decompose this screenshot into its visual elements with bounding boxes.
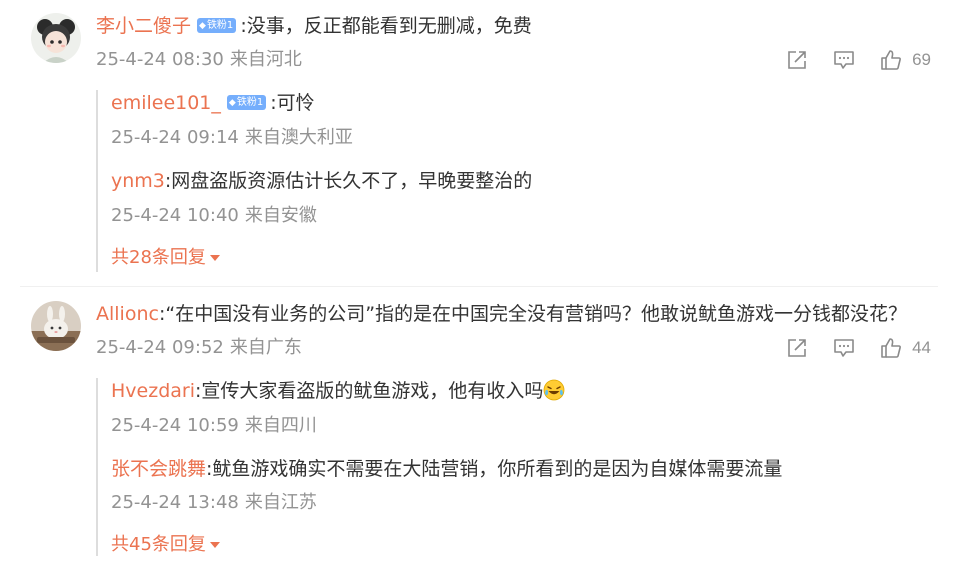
more-replies-link[interactable]: 共28条回复 [111,246,220,270]
comment-item: 李小二傻子 ◆铁粉1:没事，反正都能看到无删减，免费 25-4-24 08:30 来… [0,0,959,290]
avatar[interactable] [31,301,81,351]
reply-content: :可怜 [270,92,315,114]
comment-location: 来自广东 [229,337,302,358]
reply-content: :鱿鱼游戏确实不需要在大陆营销，你所看到的是因为自媒体需要流量 [206,458,783,480]
more-replies-label: 共45条回复 [111,534,206,555]
fan-badge-label: 铁粉1 [206,19,234,31]
caret-down-icon [209,542,220,548]
fan-badge-label: 铁粉1 [236,96,264,108]
reply-text-line: ynm3:网盘盗版资源估计长久不了，早晚要整治的 [111,168,532,194]
thumbs-up-icon[interactable] [880,49,902,71]
like-count: 44 [912,338,931,357]
reply-date: 25-4-24 13:48 [111,492,239,513]
avatar[interactable] [31,13,81,63]
reply-list: Hvezdari:宣传大家看盗版的鱿鱼游戏，他有收入吗 25-4-24 10:5… [96,378,928,556]
comment-text-line: 李小二傻子 ◆铁粉1:没事，反正都能看到无删减，免费 [96,13,532,39]
comment-username[interactable]: 李小二傻子 [96,15,191,37]
share-icon[interactable] [786,49,808,71]
reply-username[interactable]: Hvezdari [111,380,195,402]
comment-meta: 25-4-24 09:52 来自广东 [96,336,302,360]
reply-meta: 25-4-24 10:40 来自安徽 [111,204,317,228]
reply-meta: 25-4-24 09:14 来自澳大利亚 [111,126,353,150]
more-replies-label: 共28条回复 [111,247,206,268]
diamond-icon: ◆ [199,20,206,31]
reply-content: :网盘盗版资源估计长久不了，早晚要整治的 [164,170,533,192]
more-replies-link[interactable]: 共45条回复 [111,533,220,557]
reply-username[interactable]: ynm3 [111,170,165,192]
comment-date: 25-4-24 08:30 [96,49,224,70]
laugh-cry-emoji [544,379,565,401]
comment-text-line: Allionc:“在中国没有业务的公司”指的是在中国完全没有营销吗？他敢说鱿鱼游… [96,301,907,327]
reply-date: 25-4-24 10:40 [111,205,239,226]
comment-location: 来自河北 [229,49,302,70]
comment-actions: 69 [786,47,931,73]
comment-content: :没事，反正都能看到无删减，免费 [240,15,532,37]
reply-location: 来自江苏 [244,492,317,513]
comment-meta: 25-4-24 08:30 来自河北 [96,48,302,72]
reply-date: 25-4-24 10:59 [111,415,239,436]
comment-item: Allionc:“在中国没有业务的公司”指的是在中国完全没有营销吗？他敢说鱿鱼游… [0,290,959,573]
reply-list: emilee101_ ◆铁粉1:可怜 25-4-24 09:14 来自澳大利亚 yn… [96,90,928,272]
reply-meta: 25-4-24 10:59 来自四川 [111,414,317,438]
comment-icon[interactable] [833,337,855,359]
diamond-icon: ◆ [228,97,236,108]
share-icon[interactable] [786,337,808,359]
comment-content: :“在中国没有业务的公司”指的是在中国完全没有营销吗？他敢说鱿鱼游戏一分钱都没花… [158,303,908,325]
comment-feed: 李小二傻子 ◆铁粉1:没事，反正都能看到无删减，免费 25-4-24 08:30 来… [0,0,959,573]
reply-location: 来自四川 [244,415,317,436]
reply-username[interactable]: 张不会跳舞 [111,458,206,480]
reply-location: 来自安徽 [244,205,317,226]
reply-text-line: emilee101_ ◆铁粉1:可怜 [111,90,315,116]
reply-content: :宣传大家看盗版的鱿鱼游戏，他有收入吗 [195,380,544,402]
comment-divider [20,286,938,287]
comment-username[interactable]: Allionc [96,303,159,325]
comment-date: 25-4-24 09:52 [96,337,224,358]
reply-date: 25-4-24 09:14 [111,127,239,148]
comment-actions: 44 [786,335,931,361]
fan-badge[interactable]: ◆铁粉1 [226,94,267,110]
thumbs-up-icon[interactable] [880,337,902,359]
reply-location: 来自澳大利亚 [244,127,353,148]
caret-down-icon [209,255,220,261]
like-count: 69 [912,50,931,69]
reply-meta: 25-4-24 13:48 来自江苏 [111,491,317,515]
fan-badge[interactable]: ◆铁粉1 [197,17,237,33]
comment-icon[interactable] [833,49,855,71]
reply-text-line: Hvezdari:宣传大家看盗版的鱿鱼游戏，他有收入吗 [111,378,565,404]
reply-username[interactable]: emilee101_ [111,92,221,114]
reply-text-line: 张不会跳舞:鱿鱼游戏确实不需要在大陆营销，你所看到的是因为自媒体需要流量 [111,456,782,482]
